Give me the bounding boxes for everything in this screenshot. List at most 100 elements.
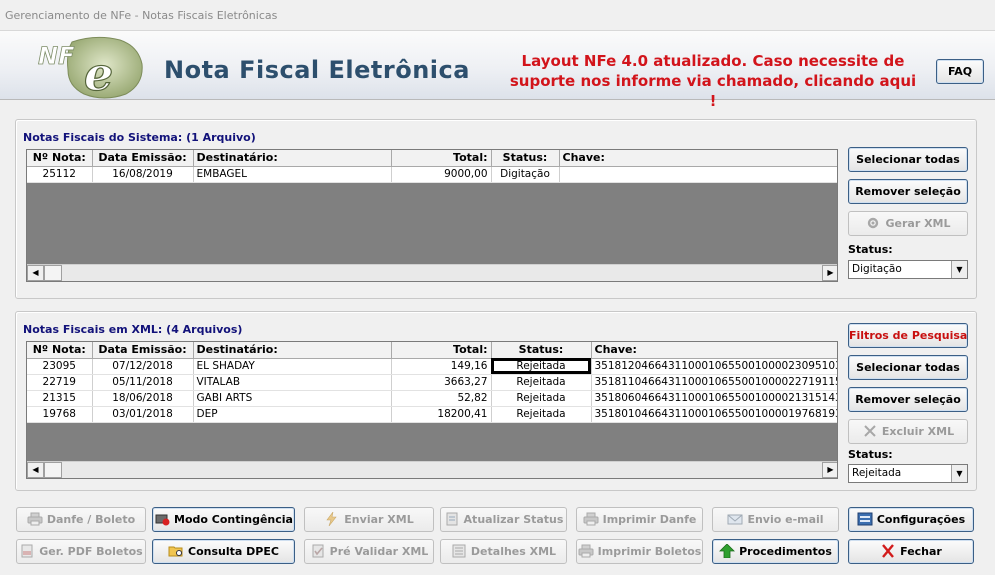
col-data-emissao[interactable]: Data Emissão: [92, 342, 194, 359]
enviar-xml-label: Enviar XML [344, 513, 414, 526]
cell-destinatario: EMBAGEL [193, 166, 392, 183]
imprimir-boletos-label: Imprimir Boletos [597, 545, 702, 558]
scroll-thumb[interactable] [44, 462, 62, 478]
envio-email-button[interactable]: Envio e-mail [712, 507, 839, 532]
table-row[interactable]: 19768 03/01/2018 DEP 18200,41 Rejeitada … [27, 406, 837, 423]
sistema-hscrollbar[interactable]: ◀ ▶ [27, 264, 837, 281]
faq-button[interactable]: FAQ [936, 59, 984, 84]
cell-total: 52,82 [391, 390, 492, 407]
col-status[interactable]: Status: [491, 342, 592, 359]
consulta-dpec-button[interactable]: Consulta DPEC [152, 539, 295, 564]
table-row[interactable]: 23095 07/12/2018 EL SHADAY 149,16 Rejeit… [27, 358, 837, 375]
imprimir-boletos-button[interactable]: Imprimir Boletos [576, 539, 703, 564]
atualizar-status-label: Atualizar Status [463, 513, 564, 526]
table-row[interactable]: 22719 05/11/2018 VITALAB 3663,27 Rejeita… [27, 374, 837, 391]
lightning-icon [324, 511, 340, 527]
cell-status: Rejeitada [491, 374, 592, 391]
col-chave[interactable]: Chave: [591, 342, 837, 359]
sistema-remove-selection-button[interactable]: Remover seleção [848, 179, 968, 204]
folder-search-icon [168, 543, 184, 557]
logo-nf-text: NF [38, 42, 75, 70]
procedimentos-button[interactable]: Procedimentos [712, 539, 839, 564]
scroll-left-icon[interactable]: ◀ [27, 462, 44, 478]
col-chave[interactable]: Chave: [559, 150, 837, 167]
table-row[interactable]: 25112 16/08/2019 EMBAGEL 9000,00 Digitaç… [27, 166, 837, 183]
printer-icon [583, 511, 599, 526]
cell-destinatario: VITALAB [193, 374, 392, 391]
cell-chave: 3518010466431100010655001000019768193349… [591, 406, 837, 423]
validate-icon [310, 543, 326, 558]
detalhes-xml-button[interactable]: Detalhes XML [440, 539, 567, 564]
envio-email-label: Envio e-mail [747, 513, 824, 526]
xml-header-row: Nº Nota: Data Emissão: Destinatário: Tot… [27, 342, 837, 359]
gerar-xml-label: Gerar XML [885, 217, 951, 230]
col-numero[interactable]: Nº Nota: [27, 150, 93, 167]
imprimir-danfe-button[interactable]: Imprimir Danfe [576, 507, 703, 532]
sistema-select-all-button[interactable]: Selecionar todas [848, 147, 968, 172]
danfe-boleto-button[interactable]: Danfe / Boleto [16, 507, 146, 532]
filtros-pesquisa-button[interactable]: Filtros de Pesquisa [848, 323, 968, 348]
xml-hscrollbar[interactable]: ◀ ▶ [27, 461, 837, 478]
sistema-status-select[interactable]: Digitação ▼ [848, 260, 968, 279]
cell-status-focused[interactable]: Rejeitada [491, 358, 592, 375]
cell-chave: 3518060466431100010655001000021315143896… [591, 390, 837, 407]
cell-chave: 3518120466431100010655001000023095103536… [591, 358, 837, 375]
brand-title: Nota Fiscal Eletrônica [164, 56, 470, 84]
modo-contingencia-button[interactable]: Modo Contingência [152, 507, 295, 532]
cell-data: 03/01/2018 [92, 406, 194, 423]
xml-remove-selection-button[interactable]: Remover seleção [848, 387, 968, 412]
cell-status: Digitação [491, 166, 560, 183]
consulta-dpec-label: Consulta DPEC [188, 545, 279, 558]
col-destinatario[interactable]: Destinatário: [193, 150, 392, 167]
scroll-thumb[interactable] [44, 265, 62, 281]
scroll-left-icon[interactable]: ◀ [27, 265, 44, 281]
cell-status: Rejeitada [491, 406, 592, 423]
col-total[interactable]: Total: [391, 342, 492, 359]
cell-numero: 22719 [27, 374, 93, 391]
pre-validar-xml-button[interactable]: Pré Validar XML [304, 539, 434, 564]
cell-chave [559, 166, 837, 183]
cell-data: 07/12/2018 [92, 358, 194, 375]
sistema-grid: Nº Nota: Data Emissão: Destinatário: Tot… [26, 149, 838, 282]
col-data-emissao[interactable]: Data Emissão: [92, 150, 194, 167]
xml-select-all-button[interactable]: Selecionar todas [848, 355, 968, 380]
delete-x-icon [862, 423, 878, 437]
atualizar-status-button[interactable]: Atualizar Status [440, 507, 567, 532]
sistema-panel-title: Notas Fiscais do Sistema: (1 Arquivo) [23, 131, 256, 144]
gear-icon [865, 215, 881, 229]
cell-data: 18/06/2018 [92, 390, 194, 407]
sistema-status-value: Digitação [852, 263, 902, 275]
enviar-xml-button[interactable]: Enviar XML [304, 507, 434, 532]
cell-total: 9000,00 [391, 166, 492, 183]
scroll-right-icon[interactable]: ▶ [822, 265, 837, 281]
col-destinatario[interactable]: Destinatário: [193, 342, 392, 359]
pre-validar-xml-label: Pré Validar XML [329, 545, 429, 558]
col-total[interactable]: Total: [391, 150, 492, 167]
window-title: Gerenciamento de NFe - Notas Fiscais Ele… [5, 9, 278, 22]
support-notice-link[interactable]: Layout NFe 4.0 atualizado. Caso necessit… [508, 51, 918, 111]
configuracoes-button[interactable]: Configurações [848, 507, 974, 532]
fechar-label: Fechar [900, 545, 942, 558]
settings-icon [857, 511, 873, 526]
cell-numero: 23095 [27, 358, 93, 375]
email-icon [727, 511, 743, 525]
contingency-icon [154, 511, 170, 526]
col-status[interactable]: Status: [491, 150, 560, 167]
ger-pdf-boletos-button[interactable]: Ger. PDF Boletos [16, 539, 146, 564]
scroll-right-icon[interactable]: ▶ [822, 462, 837, 478]
cell-status: Rejeitada [491, 390, 592, 407]
cell-data: 05/11/2018 [92, 374, 194, 391]
excluir-xml-button[interactable]: Excluir XML [848, 419, 968, 444]
chevron-down-icon: ▼ [951, 465, 967, 482]
table-row[interactable]: 21315 18/06/2018 GABI ARTS 52,82 Rejeita… [27, 390, 837, 407]
configuracoes-label: Configurações [876, 513, 966, 526]
fechar-button[interactable]: Fechar [848, 539, 974, 564]
xml-status-select[interactable]: Rejeitada ▼ [848, 464, 968, 483]
gerar-xml-button[interactable]: Gerar XML [848, 211, 968, 236]
cell-destinatario: EL SHADAY [193, 358, 392, 375]
sistema-header-row: Nº Nota: Data Emissão: Destinatário: Tot… [27, 150, 837, 167]
cell-total: 18200,41 [391, 406, 492, 423]
notice-line-1: Layout NFe 4.0 atualizado. Caso necessit… [521, 52, 905, 70]
col-numero[interactable]: Nº Nota: [27, 342, 93, 359]
window-titlebar: Gerenciamento de NFe - Notas Fiscais Ele… [0, 0, 995, 31]
